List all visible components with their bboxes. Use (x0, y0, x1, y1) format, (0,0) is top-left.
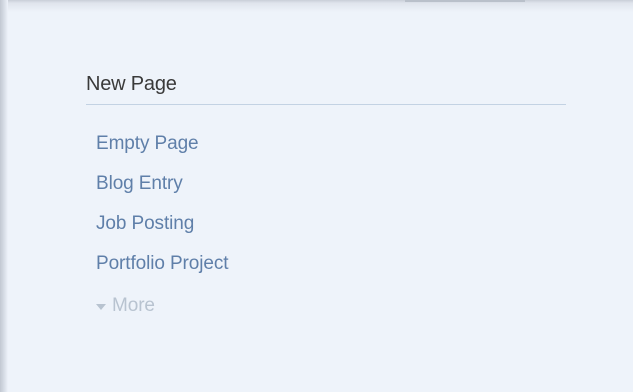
list-item: More (96, 294, 576, 316)
list-item: Portfolio Project (96, 254, 576, 274)
list-item: Empty Page (96, 134, 576, 154)
portfolio-project-link[interactable]: Portfolio Project (96, 253, 229, 274)
new-page-menu: Empty Page Blog Entry Job Posting Portfo… (96, 134, 576, 316)
more-button[interactable]: More (96, 296, 155, 316)
window-top-edge (0, 0, 633, 12)
more-label: More (112, 295, 155, 316)
blog-entry-link[interactable]: Blog Entry (96, 173, 183, 194)
list-item: Job Posting (96, 214, 576, 234)
new-page-panel: New Page Empty Page Blog Entry Job Posti… (86, 72, 566, 316)
caret-down-icon (96, 304, 106, 310)
panel-title: New Page (86, 72, 566, 105)
list-item: Blog Entry (96, 174, 576, 194)
job-posting-link[interactable]: Job Posting (96, 213, 194, 234)
window-left-edge (0, 0, 8, 392)
empty-page-link[interactable]: Empty Page (96, 133, 199, 154)
